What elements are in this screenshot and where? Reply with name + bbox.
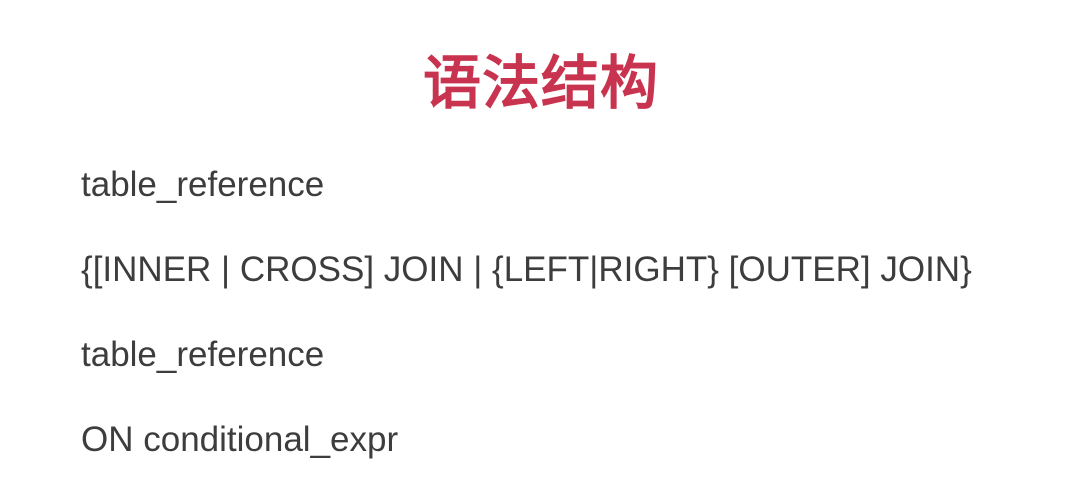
slide-title: 语法结构	[422, 49, 659, 117]
slide: 语法结构 table_reference {[INNER | CROSS] JO…	[0, 0, 1082, 504]
syntax-line-table-reference-1: table_reference	[81, 165, 325, 204]
syntax-line-table-reference-2: table_reference	[81, 335, 325, 374]
syntax-line-join-types: {[INNER | CROSS] JOIN | {LEFT|RIGHT} [OU…	[81, 250, 972, 289]
syntax-line-on-condition: ON conditional_expr	[81, 420, 399, 459]
